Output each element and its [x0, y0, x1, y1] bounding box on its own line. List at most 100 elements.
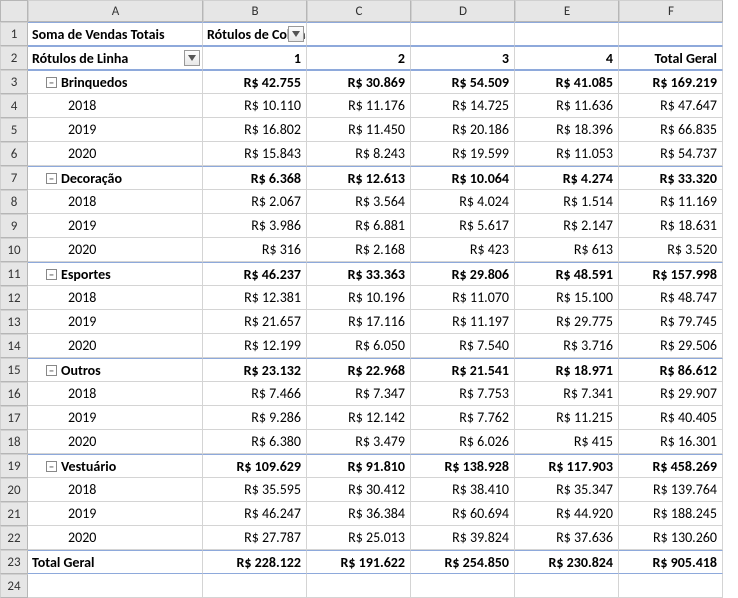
- year-cell[interactable]: 2020: [28, 430, 203, 454]
- grand-total-col-header: Total Geral: [619, 46, 723, 70]
- row-header[interactable]: 11: [0, 262, 28, 286]
- year-cell[interactable]: 2019: [28, 310, 203, 334]
- year-cell[interactable]: 2020: [28, 142, 203, 166]
- row-header[interactable]: 8: [0, 190, 28, 214]
- category-total: R$ 169.219: [619, 70, 723, 94]
- value-cell: R$ 11.053: [515, 142, 619, 166]
- value-cell: R$ 47.647: [619, 94, 723, 118]
- value-cell: R$ 16.802: [203, 118, 307, 142]
- year-label: 2020: [32, 336, 96, 355]
- collapse-icon[interactable]: −: [46, 77, 57, 88]
- row-header[interactable]: 3: [0, 70, 28, 94]
- empty-cell: [411, 22, 515, 46]
- value-cell: R$ 44.920: [515, 502, 619, 526]
- row-header[interactable]: 4: [0, 94, 28, 118]
- collapse-icon[interactable]: −: [46, 173, 57, 184]
- year-cell[interactable]: 2018: [28, 190, 203, 214]
- value-cell: R$ 38.410: [411, 478, 515, 502]
- category-total: R$ 30.869: [307, 70, 411, 94]
- row-header[interactable]: 10: [0, 238, 28, 262]
- row-header[interactable]: 6: [0, 142, 28, 166]
- year-cell[interactable]: 2018: [28, 286, 203, 310]
- row-header[interactable]: 23: [0, 550, 28, 574]
- category-total: R$ 12.613: [307, 166, 411, 190]
- year-cell[interactable]: 2020: [28, 334, 203, 358]
- value-cell: R$ 12.381: [203, 286, 307, 310]
- row-header[interactable]: 9: [0, 214, 28, 238]
- collapse-icon[interactable]: −: [46, 365, 57, 376]
- category-cell[interactable]: −Decoração: [28, 166, 203, 190]
- col-header[interactable]: C: [307, 0, 411, 22]
- year-cell[interactable]: 2020: [28, 526, 203, 550]
- category-cell[interactable]: −Vestuário: [28, 454, 203, 478]
- value-cell: R$ 35.595: [203, 478, 307, 502]
- category-name: Esportes: [61, 266, 111, 283]
- year-label: 2019: [32, 312, 96, 331]
- year-cell[interactable]: 2019: [28, 118, 203, 142]
- col-header[interactable]: B: [203, 0, 307, 22]
- year-cell[interactable]: 2020: [28, 238, 203, 262]
- year-cell[interactable]: 2018: [28, 478, 203, 502]
- row-header[interactable]: 5: [0, 118, 28, 142]
- row-header[interactable]: 12: [0, 286, 28, 310]
- category-cell[interactable]: −Brinquedos: [28, 70, 203, 94]
- value-cell: R$ 35.347: [515, 478, 619, 502]
- value-cell: R$ 7.341: [515, 382, 619, 406]
- column-filter-button[interactable]: [288, 26, 304, 42]
- row-filter-button[interactable]: [184, 50, 200, 66]
- category-total: R$ 21.541: [411, 358, 515, 382]
- row-header[interactable]: 14: [0, 334, 28, 358]
- row-header[interactable]: 15: [0, 358, 28, 382]
- row-header[interactable]: 16: [0, 382, 28, 406]
- category-cell[interactable]: −Outros: [28, 358, 203, 382]
- category-total: R$ 6.368: [203, 166, 307, 190]
- col-header[interactable]: D: [411, 0, 515, 22]
- value-cell: R$ 2.168: [307, 238, 411, 262]
- row-labels-text: Rótulos de Linha: [32, 50, 128, 67]
- value-cell: R$ 19.599: [411, 142, 515, 166]
- collapse-icon[interactable]: −: [46, 269, 57, 280]
- value-cell: R$ 40.405: [619, 406, 723, 430]
- year-cell[interactable]: 2019: [28, 502, 203, 526]
- year-cell[interactable]: 2018: [28, 94, 203, 118]
- row-header[interactable]: 19: [0, 454, 28, 478]
- empty-cell: [28, 574, 203, 598]
- category-total: R$ 91.810: [307, 454, 411, 478]
- category-total: R$ 157.998: [619, 262, 723, 286]
- value-cell: R$ 30.412: [307, 478, 411, 502]
- row-header[interactable]: 17: [0, 406, 28, 430]
- value-cell: R$ 15.843: [203, 142, 307, 166]
- grand-total-value: R$ 254.850: [411, 550, 515, 574]
- value-cell: R$ 3.986: [203, 214, 307, 238]
- col-header[interactable]: A: [28, 0, 203, 22]
- year-label: 2018: [32, 384, 96, 403]
- col-header-value: 3: [411, 46, 515, 70]
- collapse-icon[interactable]: −: [46, 461, 57, 472]
- row-header[interactable]: 2: [0, 46, 28, 70]
- value-cell: R$ 11.169: [619, 190, 723, 214]
- row-header[interactable]: 22: [0, 526, 28, 550]
- empty-cell: [515, 574, 619, 598]
- row-header[interactable]: 20: [0, 478, 28, 502]
- year-cell[interactable]: 2019: [28, 406, 203, 430]
- value-cell: R$ 130.260: [619, 526, 723, 550]
- row-header[interactable]: 7: [0, 166, 28, 190]
- value-cell: R$ 3.479: [307, 430, 411, 454]
- row-header[interactable]: 21: [0, 502, 28, 526]
- category-total: R$ 42.755: [203, 70, 307, 94]
- value-cell: R$ 2.147: [515, 214, 619, 238]
- year-cell[interactable]: 2018: [28, 382, 203, 406]
- value-cell: R$ 18.396: [515, 118, 619, 142]
- category-cell[interactable]: −Esportes: [28, 262, 203, 286]
- row-header[interactable]: 24: [0, 574, 28, 598]
- row-header[interactable]: 1: [0, 22, 28, 46]
- value-cell: R$ 37.636: [515, 526, 619, 550]
- year-cell[interactable]: 2019: [28, 214, 203, 238]
- row-header[interactable]: 18: [0, 430, 28, 454]
- category-total: R$ 33.320: [619, 166, 723, 190]
- col-header[interactable]: E: [515, 0, 619, 22]
- select-all-corner[interactable]: [0, 0, 28, 22]
- col-header[interactable]: F: [619, 0, 723, 22]
- row-header[interactable]: 13: [0, 310, 28, 334]
- value-cell: R$ 27.787: [203, 526, 307, 550]
